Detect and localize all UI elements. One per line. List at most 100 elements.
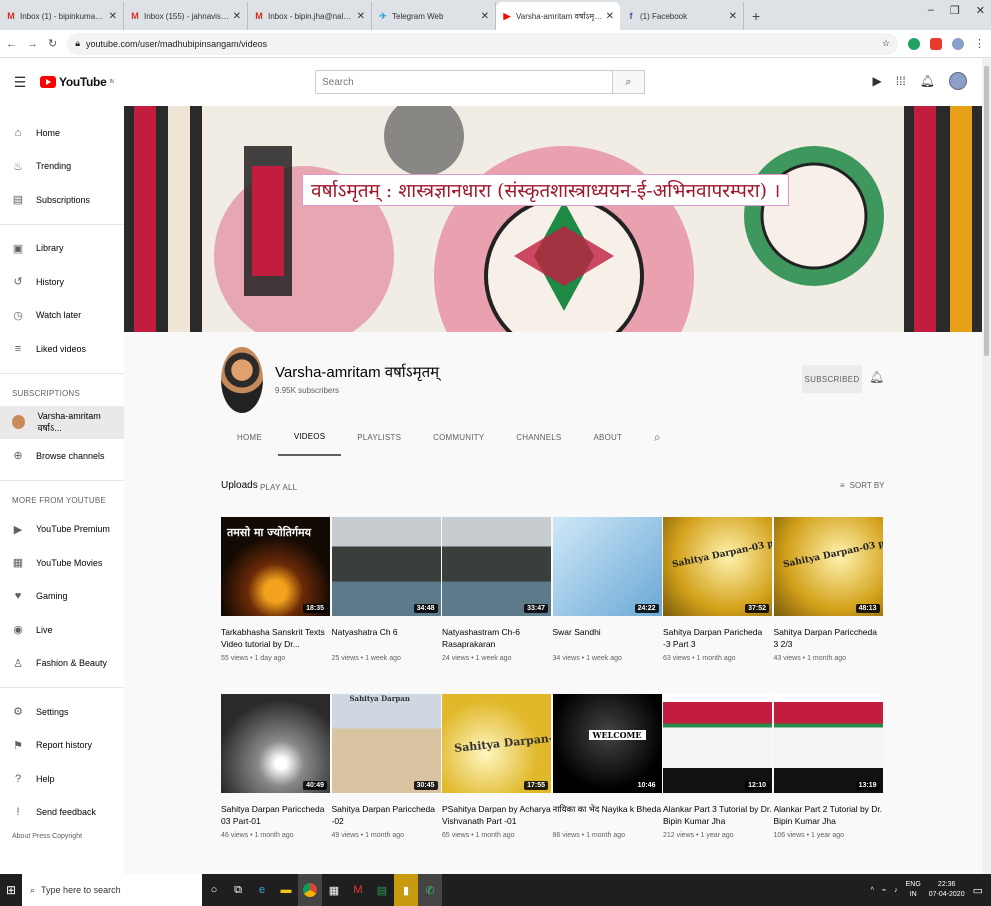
video-title[interactable]: Sahitya Darpan Paricheda -3 Part 3: [663, 626, 772, 650]
calculator-icon[interactable]: ▦: [322, 874, 346, 906]
video-title[interactable]: Sahitya Darpan Pariccheda -02: [332, 803, 441, 827]
sidebar-item-youtube-premium[interactable]: ▶ YouTube Premium: [0, 513, 124, 547]
video-thumbnail[interactable]: 33:47: [442, 517, 551, 616]
video-card[interactable]: 34:48 Natyashatra Ch 6 25 views • 1 week a…: [331, 517, 441, 677]
tab-close-icon[interactable]: ✕: [357, 11, 365, 22]
new-tab-icon[interactable]: +: [744, 8, 768, 30]
notes-icon[interactable]: ▮: [394, 874, 418, 906]
sidebar-item-browse-channels[interactable]: ⊕ Browse channels: [0, 439, 124, 473]
search-input[interactable]: Search: [315, 70, 613, 94]
browser-tab[interactable]: f (1) Facebook ✕: [620, 2, 744, 30]
video-card[interactable]: 13:19 Alankar Part 2 Tutorial by Dr. Bipi…: [773, 694, 883, 854]
video-title[interactable]: Natyashatra Ch 6: [332, 626, 441, 650]
tab-close-icon[interactable]: ✕: [481, 11, 489, 22]
taskbar-search[interactable]: ⌕ Type here to search: [22, 874, 202, 906]
video-thumbnail[interactable]: Sahitya Darpan-01 17:55: [442, 694, 551, 793]
video-card[interactable]: 33:47 Natyashastram Ch-6 Rasaprakaran 24 v…: [442, 517, 551, 677]
language-indicator[interactable]: ENG IN: [906, 880, 921, 900]
video-thumbnail[interactable]: 40:49: [221, 694, 330, 793]
video-title[interactable]: Alankar Part 3 Tutorial by Dr. Bipin Kum…: [663, 803, 772, 827]
video-thumbnail[interactable]: 12:10: [663, 694, 772, 793]
close-window-icon[interactable]: ✕: [976, 4, 985, 17]
sidebar-item-youtube-movies[interactable]: ▦ YouTube Movies: [0, 546, 124, 580]
back-icon[interactable]: ←: [6, 38, 17, 50]
sidebar-item-help[interactable]: ? Help: [0, 762, 124, 796]
chrome-icon[interactable]: [298, 874, 322, 906]
video-title[interactable]: Sahitya Darpan Pariccheda 3 2/3: [774, 626, 883, 650]
tab-playlists[interactable]: PLAYLISTS: [341, 419, 417, 456]
forward-icon[interactable]: →: [27, 38, 38, 50]
sidebar-item-gaming[interactable]: ♥ Gaming: [0, 580, 124, 614]
file-explorer-icon[interactable]: ▬: [274, 874, 298, 906]
video-title[interactable]: Tarkabhasha Sanskrit Texts Video tutoria…: [221, 626, 330, 650]
url-field[interactable]: 🔒︎ youtube.com/user/madhubipinsangam/vid…: [67, 32, 898, 55]
channel-avatar[interactable]: [221, 347, 263, 413]
browser-tab[interactable]: M Inbox (155) - jahnavisanskritjournal✕: [124, 2, 248, 30]
sidebar-item-subscribed-channel[interactable]: Varsha-amritam वर्षाऽ...: [0, 405, 124, 439]
tab-close-icon[interactable]: ✕: [729, 11, 737, 22]
sidebar-item-liked-videos[interactable]: ≡ Liked videos: [0, 332, 124, 366]
video-thumbnail[interactable]: तमसो मा ज्योतिर्गमय 18:35: [221, 517, 330, 616]
extension-grammarly-icon[interactable]: [908, 37, 920, 50]
browser-tab[interactable]: ▶ Varsha-amritam वर्षाऽमृतम् - YouTube✕: [496, 2, 620, 30]
page-scrollbar[interactable]: [982, 58, 991, 874]
youtube-logo[interactable]: YouTube IN: [40, 75, 114, 89]
video-title[interactable]: PSahitya Darpan by Acharya Vishvanath Pa…: [442, 803, 551, 827]
search-button[interactable]: ⌕: [613, 70, 645, 94]
sidebar-footer-links[interactable]: About Press Copyright: [0, 829, 124, 844]
video-thumbnail[interactable]: 13:19: [773, 694, 883, 793]
cortana-icon[interactable]: ○: [202, 874, 226, 906]
tray-arrow-icon[interactable]: ^: [871, 887, 874, 894]
edge-icon[interactable]: e: [250, 874, 274, 906]
video-card[interactable]: 12:10 Alankar Part 3 Tutorial by Dr. Bipi…: [663, 694, 772, 854]
video-title[interactable]: नायिका का भेद Nayika k Bheda: [553, 803, 662, 827]
sidebar-item-history[interactable]: ↺ History: [0, 265, 124, 299]
video-card[interactable]: Sahitya Darpan-03 part B48:13Sahitya Dar…: [773, 517, 883, 677]
tab-videos[interactable]: VIDEOS: [277, 419, 342, 456]
video-thumbnail[interactable]: Sahitya Darpan-03 part-C 37:52: [663, 517, 772, 616]
sidebar-item-settings[interactable]: ⚙ Settings: [0, 695, 124, 729]
video-card[interactable]: Sahitya Darpan-01 17:55 PSahitya Darpan by…: [442, 694, 551, 854]
tab-about[interactable]: ABOUT: [577, 419, 638, 456]
clock[interactable]: 22:36 07-04-2020: [929, 880, 965, 900]
video-title[interactable]: Sahitya Darpan Pariccheda 03 Part-01: [221, 803, 330, 827]
whatsapp-icon[interactable]: ✆: [418, 874, 442, 906]
tab-channels[interactable]: CHANNELS: [500, 419, 577, 456]
tab-close-icon[interactable]: ✕: [606, 11, 614, 22]
sidebar-item-watch-later[interactable]: ◷ Watch later: [0, 299, 124, 333]
video-card[interactable]: तमसो मा ज्योतिर्गमय 18:35 Tarkabhasha Sans…: [221, 517, 330, 677]
network-icon[interactable]: ⌁: [882, 886, 886, 894]
play-all-button[interactable]: PLAY ALL: [260, 483, 297, 492]
minimize-icon[interactable]: –: [928, 4, 934, 17]
subscribed-button[interactable]: SUBSCRIBED: [802, 365, 862, 393]
task-view-icon[interactable]: ⧉: [226, 874, 250, 906]
sidebar-item-library[interactable]: ▣ Library: [0, 232, 124, 266]
volume-icon[interactable]: ♪: [894, 887, 898, 894]
video-title[interactable]: Swar Sandhi: [553, 626, 662, 650]
reload-icon[interactable]: ↻: [48, 37, 57, 50]
video-card[interactable]: 40:49 Sahitya Darpan Pariccheda 03 Part-0…: [221, 694, 330, 854]
video-card[interactable]: Sahitya Darpan 30:45 Sahitya Darpan Paricc…: [331, 694, 441, 854]
tab-home[interactable]: HOME: [221, 419, 278, 456]
browser-tab[interactable]: ✈ Telegram Web ✕: [372, 2, 496, 30]
bookmark-star-icon[interactable]: ☆: [882, 38, 890, 49]
tab-close-icon[interactable]: ✕: [233, 11, 241, 22]
video-card[interactable]: 24:22 Swar Sandhi 34 views • 1 week ago: [552, 517, 662, 677]
sidebar-item-live[interactable]: ◉ Live: [0, 613, 124, 647]
video-thumbnail[interactable]: Sahitya Darpan 30:45: [331, 694, 441, 793]
sidebar-item-home[interactable]: ⌂ Home: [0, 116, 124, 150]
notification-center-icon[interactable]: ▭: [973, 884, 983, 897]
channel-search-icon[interactable]: ⌕: [638, 419, 677, 456]
video-thumbnail[interactable]: WELCOME 10:46: [552, 694, 662, 793]
account-avatar[interactable]: [949, 72, 967, 90]
windows-start-icon[interactable]: ⊞: [0, 883, 22, 897]
sidebar-item-trending[interactable]: ♨ Trending: [0, 150, 124, 184]
sidebar-item-send-feedback[interactable]: ! Send feedback: [0, 796, 124, 830]
profile-avatar-icon[interactable]: [952, 37, 964, 50]
sort-by-button[interactable]: ≡ SORT BY: [840, 481, 885, 490]
sidebar-item-report-history[interactable]: ⚑ Report history: [0, 729, 124, 763]
sidebar-item-subscriptions[interactable]: ▤ Subscriptions: [0, 183, 124, 217]
apps-grid-icon[interactable]: ⁞⁞⁞: [896, 74, 906, 88]
video-card[interactable]: WELCOME 10:46 नायिका का भेद Nayika k Bheda…: [552, 694, 662, 854]
browser-tab[interactable]: M Inbox - bipin.jha@nalandauniv.edu✕: [248, 2, 372, 30]
